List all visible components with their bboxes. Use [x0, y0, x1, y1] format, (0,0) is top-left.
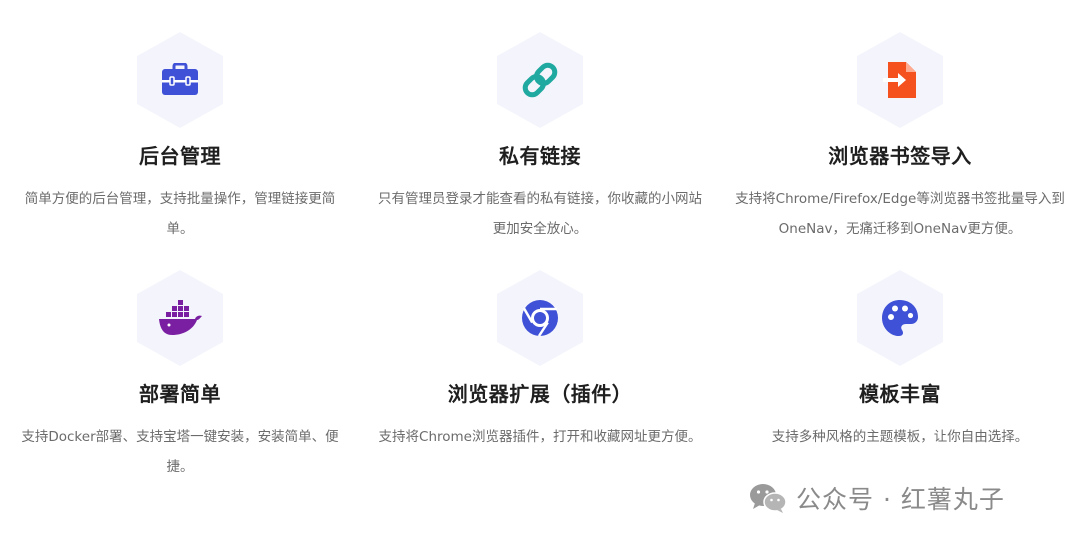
feature-title: 模板丰富	[859, 382, 941, 406]
feature-grid: 后台管理 简单方便的后台管理，支持批量操作，管理链接更简单。 私有链接 只有管理…	[0, 0, 1080, 541]
watermark: 公众号 · 红薯丸子	[748, 478, 1005, 518]
link-icon	[522, 62, 558, 98]
feature-card-private-links: 私有链接 只有管理员登录才能查看的私有链接，你收藏的小网站更加安全放心。	[360, 32, 720, 244]
feature-description: 只有管理员登录才能查看的私有链接，你收藏的小网站更加安全放心。	[378, 191, 702, 237]
feature-icon-badge	[497, 270, 583, 366]
feature-card-templates: 模板丰富 支持多种风格的主题模板，让你自由选择。	[720, 270, 1080, 452]
docker-icon	[159, 300, 202, 335]
feature-icon-badge	[497, 32, 583, 128]
chrome-icon	[522, 300, 558, 337]
palette-icon	[882, 300, 918, 336]
feature-title: 后台管理	[139, 144, 221, 168]
feature-card-bookmark-import: 浏览器书签导入 支持将Chrome/Firefox/Edge等浏览器书签批量导入…	[720, 32, 1080, 244]
feature-description: 支持将Chrome/Firefox/Edge等浏览器书签批量导入到OneNav，…	[735, 191, 1065, 237]
feature-icon-badge	[857, 270, 943, 366]
feature-icon-badge	[137, 270, 223, 366]
wechat-icon	[750, 484, 787, 513]
features-page: 后台管理 简单方便的后台管理，支持批量操作，管理链接更简单。 私有链接 只有管理…	[0, 0, 1080, 541]
feature-card-deploy: 部署简单 支持Docker部署、支持宝塔一键安装，安装简单、便捷。	[0, 270, 360, 482]
toolbox-icon	[162, 63, 198, 95]
feature-icon-badge	[137, 32, 223, 128]
feature-description: 支持Docker部署、支持宝塔一键安装，安装简单、便捷。	[21, 429, 339, 475]
feature-card-admin: 后台管理 简单方便的后台管理，支持批量操作，管理链接更简单。	[0, 32, 360, 244]
feature-title: 浏览器书签导入	[828, 144, 972, 168]
feature-title: 私有链接	[499, 144, 581, 168]
feature-description: 简单方便的后台管理，支持批量操作，管理链接更简单。	[24, 191, 336, 237]
feature-description: 支持将Chrome浏览器插件，打开和收藏网址更方便。	[378, 429, 702, 445]
feature-title: 部署简单	[139, 382, 221, 406]
feature-icon-badge	[857, 32, 943, 128]
feature-description: 支持多种风格的主题模板，让你自由选择。	[771, 429, 1029, 445]
feature-title: 浏览器扩展（插件）	[447, 382, 633, 406]
feature-card-browser-extension: 浏览器扩展（插件） 支持将Chrome浏览器插件，打开和收藏网址更方便。	[360, 270, 720, 452]
watermark-text: 公众号 · 红薯丸子	[796, 485, 1005, 514]
file-import-icon	[883, 62, 916, 98]
